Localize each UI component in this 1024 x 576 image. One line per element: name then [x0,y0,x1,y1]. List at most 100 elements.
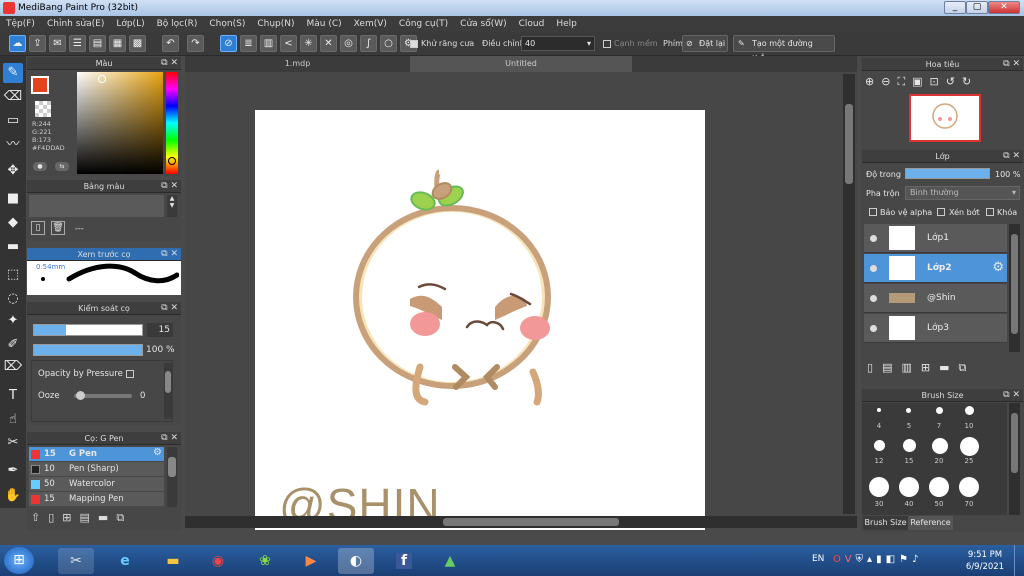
eye-icon[interactable] [870,235,877,242]
circle-snap-icon[interactable]: ◎ [340,35,357,52]
brush-opacity-slider[interactable] [33,344,143,356]
close-icon[interactable]: ⧉ ✕ [1003,389,1020,402]
brush-size-40[interactable] [899,477,919,497]
brush-tool-icon[interactable]: ✎ [3,63,23,83]
clock[interactable]: 9:51 PM 6/9/2021 [960,549,1010,573]
new-halftone-layer-icon[interactable]: ▤ [882,361,901,374]
flip-icon[interactable]: ⊡ [930,75,946,88]
hand-tool-icon[interactable]: ✋ [3,486,23,506]
eyedropper-tool-icon[interactable]: ✒ [3,461,23,481]
opera-icon[interactable]: O [833,554,845,565]
antialias-checkbox[interactable] [410,40,418,48]
move-tool-icon[interactable]: ✥ [3,161,23,181]
medibang-icon[interactable]: ◐ [338,548,374,574]
copy-brush-icon[interactable]: ▤ [80,511,98,524]
new-8bit-layer-icon[interactable]: ▥ [901,361,920,374]
menu-layer[interactable]: Lớp(L) [110,19,150,29]
add-layer-menu-icon[interactable]: ⊞ [921,361,939,374]
grid2-icon[interactable]: ▩ [129,35,146,52]
menu-window[interactable]: Cửa sổ(W) [454,19,512,29]
close-icon[interactable]: ⧉ ✕ [161,248,178,261]
close-icon[interactable]: ⧉ ✕ [161,57,178,70]
tab-1-mdp[interactable]: 1.mdp [225,56,370,72]
brush-item[interactable]: 10 Pen (Sharp) [29,462,164,476]
facebook-icon[interactable]: f [386,548,422,574]
zoom-in-icon[interactable]: ⊕ [865,75,881,88]
parallel-snap-icon[interactable]: ≣ [240,35,257,52]
adjust-input[interactable]: 40 ▾ [521,36,595,51]
brush-size-70[interactable] [959,477,979,497]
rectangle-tool-icon[interactable]: ▭ [3,111,23,131]
image-app-icon[interactable]: ▲ [432,548,468,574]
ooze-slider[interactable] [74,391,132,400]
drawing-canvas[interactable]: @SHIN [255,110,705,530]
v-app-icon[interactable]: V [845,554,856,565]
signal-icon[interactable]: ▮ [876,554,886,565]
menu-snap[interactable]: Chụp(N) [251,19,300,29]
layer-item-selected[interactable]: Lớp2 ⚙ [864,254,1007,283]
comment-icon[interactable]: ✉ [49,35,66,52]
menu-filter[interactable]: Bộ lọc(R) [151,19,204,29]
add-brush-icon[interactable]: ⊞ [62,511,79,524]
gear-icon[interactable]: ⚙ [153,447,162,458]
reset-button[interactable]: ⊘ Đặt lại [682,35,728,52]
menu-color[interactable]: Màu (C) [301,19,348,29]
protect-alpha-checkbox[interactable] [869,208,877,216]
brush-item[interactable]: 50 Watercolor [29,477,164,491]
layer-scrollbar[interactable] [1009,224,1020,352]
paint-app-icon[interactable]: ❀ [247,548,283,574]
tool-app-icon[interactable]: ✂ [58,548,94,574]
saturation-value-picker[interactable] [77,72,163,174]
trash-icon[interactable]: 🗑 [51,221,65,235]
palette-swatch-area[interactable] [29,195,164,217]
brush-item[interactable]: 15 G Pen ⚙ [29,447,164,461]
vertical-snap-icon[interactable]: ▥ [260,35,277,52]
folder-icon[interactable]: ▬ [939,361,958,374]
new-palette-icon[interactable]: ▯ [31,221,45,235]
eraser-tool-icon[interactable]: ⌫ [3,87,23,107]
fill-rect-tool-icon[interactable]: ■ [3,189,23,209]
duplicate-icon[interactable]: ⧉ [116,511,132,524]
bucket-tool-icon[interactable]: ◆ [3,213,23,233]
network-icon[interactable]: ◧ [886,554,899,565]
hue-slider[interactable] [166,72,178,174]
flag-icon[interactable]: ⚑ [899,554,912,565]
blend-mode-select[interactable]: Bình thường ▾ [905,186,1020,200]
foreground-color-swatch[interactable] [31,76,49,94]
opacity-pressure-checkbox[interactable] [126,370,134,378]
brush-size-10[interactable] [965,406,974,415]
background-color-swatch[interactable] [35,101,51,117]
navigator-preview[interactable] [909,94,981,142]
brush-size-20[interactable] [932,438,948,454]
menu-edit[interactable]: Chỉnh sửa(E) [41,19,110,29]
ellipse-snap-icon[interactable]: ○ [380,35,397,52]
redo-icon[interactable]: ↷ [187,35,204,52]
brush-list-scrollbar[interactable] [167,447,177,507]
maximize-button[interactable]: ▢ [966,1,988,14]
chrome-icon[interactable]: ◉ [200,548,236,574]
chat-icon[interactable]: ☰ [69,35,86,52]
eyedropper-icon[interactable]: ● [33,162,47,171]
brush-item[interactable]: 15 Mapping Pen [29,492,164,506]
brush-size-30[interactable] [869,477,889,497]
brush-size-4[interactable] [877,408,881,412]
volume-icon[interactable]: ♪ [912,554,922,565]
canvas-hscrollbar[interactable] [185,516,857,528]
gear-icon[interactable]: ⚙ [992,260,1004,275]
divide-tool-icon[interactable]: ✂ [3,433,23,453]
stroke-tool-icon[interactable]: 〰 [3,135,23,155]
zoom-out-icon[interactable]: ⊖ [881,75,897,88]
eye-icon[interactable] [870,295,877,302]
cross-snap-icon[interactable]: ✕ [320,35,337,52]
layer-opacity-slider[interactable] [905,168,990,179]
rotate-left-icon[interactable]: ↺ [946,75,962,88]
straight-line-button[interactable]: ✎Tạo một đường thẳng [733,35,835,63]
brush-size-50[interactable] [929,477,949,497]
layer-item[interactable]: Lớp1 [864,224,1007,253]
eye-icon[interactable] [870,325,877,332]
brush-size-7[interactable] [936,407,943,414]
menu-file[interactable]: Tệp(F) [0,19,41,29]
lasso-tool-icon[interactable]: ◌ [3,289,23,309]
tab-untitled[interactable]: Untitled [410,56,632,72]
undo-icon[interactable]: ↶ [162,35,179,52]
